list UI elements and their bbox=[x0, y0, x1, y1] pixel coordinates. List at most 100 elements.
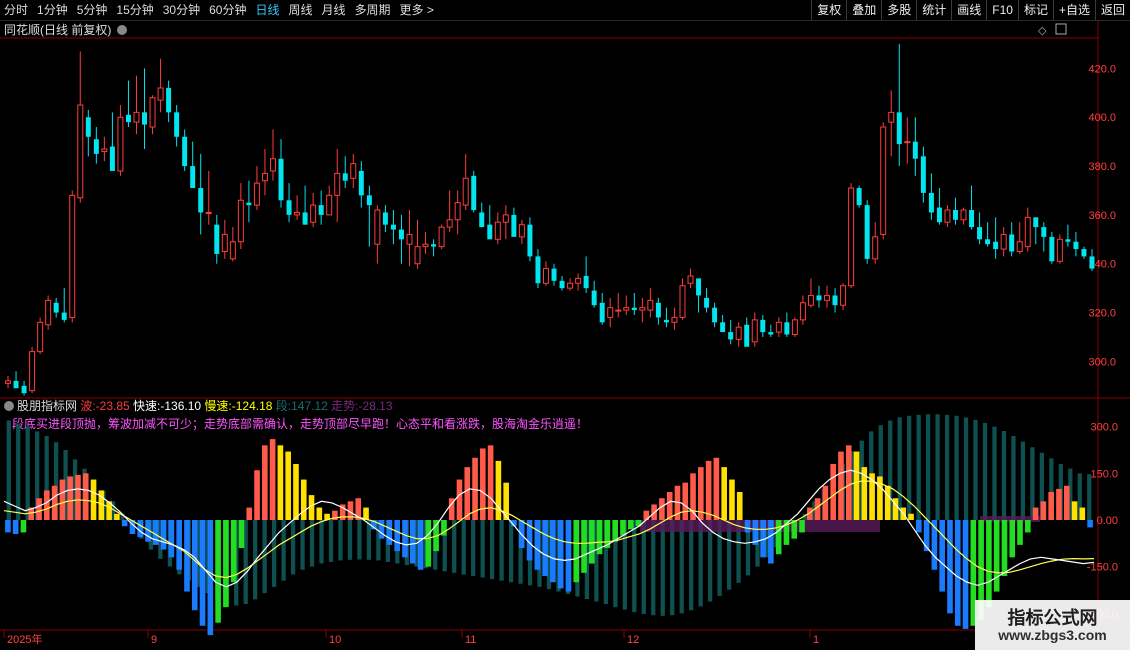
candle-body bbox=[936, 207, 942, 223]
toolbar-button[interactable]: 返回 bbox=[1094, 0, 1130, 20]
price-tick-label: 360.0 bbox=[1088, 210, 1116, 222]
wave-bar bbox=[160, 520, 167, 550]
candle-body bbox=[1016, 241, 1023, 253]
toolbar-button[interactable]: 标记 bbox=[1017, 0, 1053, 20]
wave-bar bbox=[5, 520, 11, 533]
wave-bar bbox=[1048, 492, 1054, 520]
candle-body bbox=[768, 332, 774, 335]
wave-bar bbox=[916, 520, 922, 533]
candle-body bbox=[117, 116, 124, 172]
wave-bar bbox=[495, 460, 502, 520]
wave-bar bbox=[853, 451, 860, 520]
candle-body bbox=[182, 136, 188, 167]
candle-body bbox=[784, 322, 790, 335]
candle-body bbox=[1065, 239, 1071, 242]
wave-bar bbox=[705, 460, 712, 520]
wave-bar bbox=[682, 482, 689, 520]
wave-bar bbox=[378, 520, 385, 539]
candle-body bbox=[647, 299, 654, 311]
wave-bar bbox=[908, 513, 914, 520]
candle-body bbox=[101, 148, 108, 152]
candle-body bbox=[671, 316, 678, 323]
wave-bar bbox=[666, 492, 673, 520]
wave-bar bbox=[721, 467, 727, 520]
date-tick-label: 12 bbox=[627, 634, 639, 646]
candle-body bbox=[358, 170, 364, 196]
wave-bar bbox=[939, 520, 945, 592]
toolbar-button[interactable]: F10 bbox=[986, 0, 1018, 20]
wave-bar bbox=[191, 520, 198, 611]
candle-body bbox=[53, 302, 59, 313]
period-tab[interactable]: 1分钟 bbox=[37, 2, 68, 18]
wave-bar bbox=[1087, 520, 1093, 528]
candle-body bbox=[229, 241, 236, 260]
period-tab[interactable]: 月线 bbox=[322, 2, 346, 18]
wave-bar bbox=[659, 498, 665, 520]
toolbar-button[interactable]: 统计 bbox=[916, 0, 951, 20]
indicator-value: 段:147.12 bbox=[276, 398, 331, 413]
wave-bar bbox=[215, 520, 221, 623]
price-tick-label: 420.0 bbox=[1088, 63, 1116, 75]
wave-bar bbox=[736, 492, 743, 520]
wave-bar bbox=[168, 520, 175, 558]
candle-body bbox=[29, 351, 36, 392]
wave-bar bbox=[542, 520, 548, 576]
toolbar-button[interactable]: +自选 bbox=[1052, 0, 1095, 20]
wave-bar bbox=[36, 498, 42, 520]
candle-body bbox=[977, 227, 983, 240]
wave-bar bbox=[1040, 501, 1047, 520]
candle-body bbox=[567, 282, 574, 289]
toolbar-button[interactable]: 画线 bbox=[951, 0, 986, 20]
period-tab[interactable]: 多周期 bbox=[355, 2, 391, 18]
candle-body bbox=[639, 307, 646, 311]
toolbar-button[interactable]: 复权 bbox=[811, 0, 846, 20]
candle-body bbox=[1033, 217, 1039, 228]
candle-body bbox=[69, 194, 76, 318]
period-tab[interactable]: 日线 bbox=[255, 2, 279, 18]
wave-bar bbox=[713, 457, 720, 520]
wave-bar bbox=[550, 520, 556, 583]
wave-bar bbox=[293, 464, 299, 520]
wave-bar bbox=[75, 474, 81, 520]
price-tick-label: 300.0 bbox=[1088, 356, 1116, 368]
candle-body bbox=[960, 209, 967, 221]
wave-bar bbox=[1032, 507, 1039, 520]
candle-body bbox=[864, 205, 870, 259]
wave-bar bbox=[44, 490, 50, 520]
diamond-icon: ◇ bbox=[1038, 25, 1047, 37]
period-tab[interactable]: 30分钟 bbox=[163, 2, 200, 18]
candle-body bbox=[149, 97, 156, 128]
wave-bar bbox=[1079, 507, 1086, 520]
candle-body bbox=[462, 177, 469, 206]
wave-bar bbox=[176, 520, 182, 570]
toolbar-button[interactable]: 叠加 bbox=[846, 0, 881, 20]
wave-bar bbox=[20, 520, 27, 533]
candle-body bbox=[334, 172, 341, 196]
candle-body bbox=[494, 221, 501, 240]
candle-body bbox=[221, 233, 228, 253]
period-tab[interactable]: 5分钟 bbox=[77, 2, 108, 18]
candle-body bbox=[487, 224, 493, 240]
period-tab[interactable]: 更多 > bbox=[400, 2, 434, 18]
candle-body bbox=[406, 233, 413, 245]
candle-body bbox=[278, 158, 284, 201]
candle-body bbox=[704, 297, 710, 308]
candle-body bbox=[607, 307, 614, 318]
candle-body bbox=[21, 385, 27, 394]
wave-bar bbox=[223, 520, 229, 608]
candle-body bbox=[326, 194, 333, 216]
candle-body bbox=[205, 211, 212, 214]
wave-bar bbox=[51, 485, 58, 520]
period-tab[interactable]: 周线 bbox=[288, 2, 312, 18]
period-tab[interactable]: 60分钟 bbox=[209, 2, 246, 18]
toolbar-button[interactable]: 多股 bbox=[881, 0, 916, 20]
candle-body bbox=[840, 285, 847, 306]
candle-body bbox=[374, 209, 381, 245]
candle-body bbox=[253, 182, 260, 206]
period-tab[interactable]: 分时 bbox=[4, 2, 28, 18]
candle-body bbox=[414, 246, 421, 265]
period-tab[interactable]: 15分钟 bbox=[116, 2, 153, 18]
candle-body bbox=[93, 139, 99, 154]
candle-body bbox=[142, 112, 148, 125]
date-tick-label: 9 bbox=[151, 634, 157, 646]
